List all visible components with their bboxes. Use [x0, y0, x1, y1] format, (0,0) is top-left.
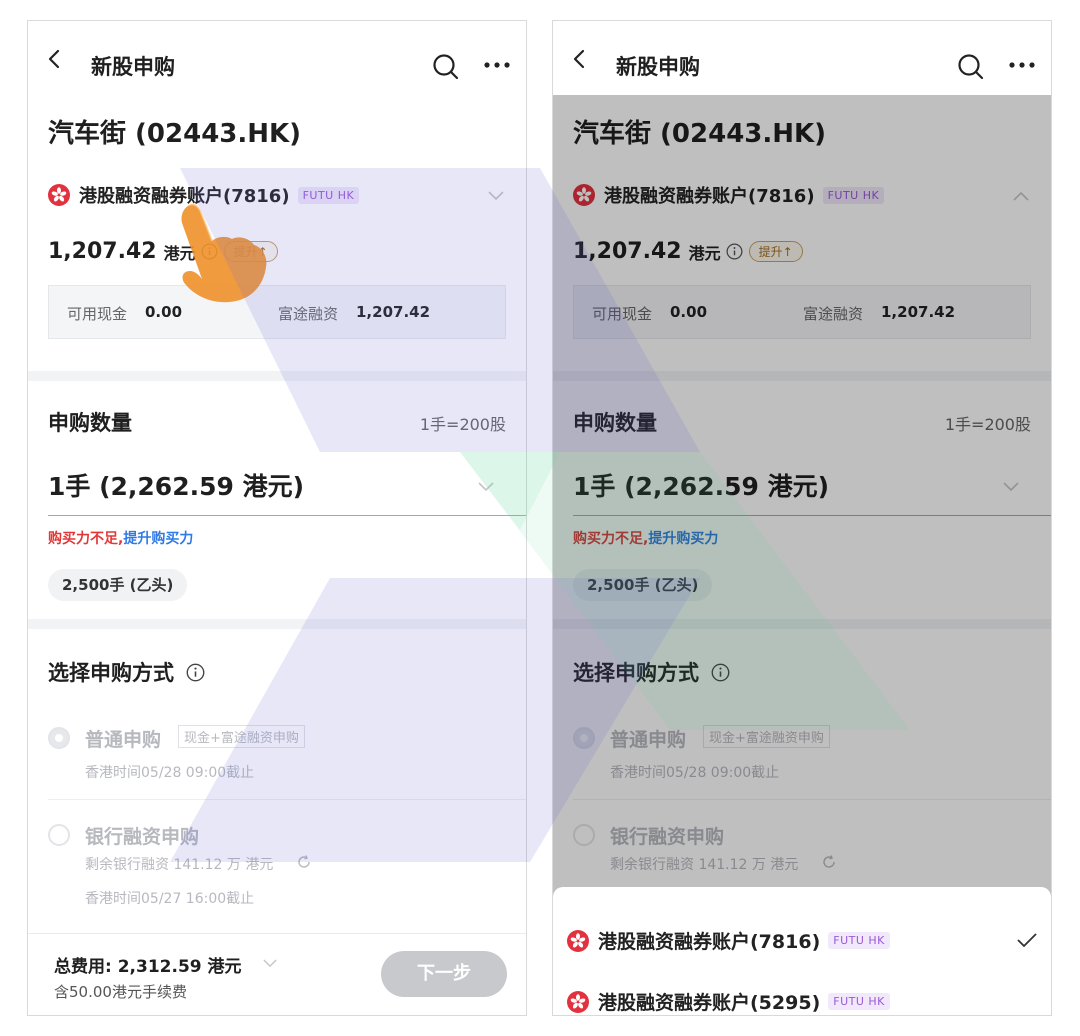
normal-subscription-label: 普通申购 [85, 729, 162, 751]
footer-bar: 总费用: 2,312.59 港元 含50.00港元手续费 下一步 [28, 933, 526, 1015]
radio-normal-subscription[interactable] [48, 727, 70, 749]
radio-bank-financing[interactable] [48, 824, 70, 846]
account-option-name: 港股融资融券账户(7816) [598, 931, 821, 953]
quick-quantity-chip[interactable]: 2,500手 (乙头) [48, 569, 188, 601]
back-arrow-icon[interactable] [44, 49, 64, 69]
funding-tag: 现金+富途融资申购 [178, 725, 305, 748]
more-options-icon[interactable] [483, 51, 511, 79]
fee-note: 含50.00港元手续费 [54, 983, 187, 1001]
nav-bar: 新股申购 [28, 21, 526, 95]
insufficient-text: 购买力不足, [48, 531, 124, 547]
hk-flag-icon [567, 990, 589, 1013]
right-screen: 新股申购 汽车街 (02443.HK) 港股融资融券账户(7816) FUTU … [552, 20, 1052, 1016]
back-arrow-icon[interactable] [569, 49, 589, 69]
page-title: 新股申购 [91, 55, 175, 79]
account-option-name: 港股融资融券账户(5295) [598, 992, 821, 1014]
broker-badge: FUTU HK [828, 993, 890, 1010]
available-cash-label: 可用现金 [67, 305, 128, 323]
lot-info: 1手=200股 [419, 415, 506, 434]
account-option[interactable]: 港股融资融券账户(5295) FUTU HK [567, 988, 890, 1015]
chevron-down-icon[interactable] [488, 191, 504, 201]
account-option[interactable]: 港股融资融券账户(7816) FUTU HK [567, 927, 890, 954]
buying-power-warning: 购买力不足,提升购买力 [48, 528, 193, 548]
next-step-button[interactable]: 下一步 [381, 951, 507, 997]
more-options-icon[interactable] [1008, 51, 1036, 79]
quantity-selector[interactable]: 1手 (2,262.59 港元) [48, 467, 304, 503]
chevron-down-icon[interactable] [478, 482, 494, 492]
normal-deadline: 香港时间05/28 09:00截止 [85, 765, 255, 781]
bank-deadline: 香港时间05/27 16:00截止 [85, 891, 255, 907]
method-title-text: 选择申购方式 [48, 661, 174, 685]
total-cost: 总费用: 2,312.59 港元 [54, 957, 242, 977]
modal-backdrop[interactable] [553, 95, 1051, 1015]
search-icon[interactable] [432, 53, 460, 81]
option-divider [48, 799, 526, 800]
balance-amount: 1,207.42 [48, 239, 157, 264]
broker-badge: FUTU HK [828, 932, 890, 949]
broker-badge: FUTU HK [297, 186, 360, 204]
hk-flag-icon [48, 184, 70, 206]
section-divider [28, 619, 526, 629]
info-icon[interactable] [186, 663, 205, 682]
left-screen: 新股申购 汽车街 (02443.HK) 港股融资融券账户(7816) FUTU … [27, 20, 527, 1016]
page-title: 新股申购 [616, 55, 700, 79]
quantity-title: 申购数量 [48, 411, 132, 435]
tap-hand-icon [181, 203, 267, 303]
checkmark-icon [1017, 933, 1037, 948]
nav-bar: 新股申购 [553, 21, 1051, 95]
chevron-down-icon[interactable] [263, 959, 277, 968]
boost-buying-power-link[interactable]: 提升购买力 [123, 531, 193, 547]
bank-financing-label: 银行融资申购 [85, 826, 200, 848]
search-icon[interactable] [957, 53, 985, 81]
hk-flag-icon [567, 929, 589, 952]
method-title: 选择申购方式 [48, 657, 205, 687]
refresh-icon[interactable] [296, 854, 312, 870]
margin-label: 富途融资 [278, 305, 339, 323]
error-underline [48, 515, 526, 516]
bank-remaining: 剩余银行融资 141.12 万 港元 [85, 857, 274, 873]
margin-value: 1,207.42 [356, 303, 431, 321]
stock-name: 汽车街 (02443.HK) [48, 119, 302, 149]
account-picker-sheet: 港股融资融券账户(7816) FUTU HK 港股融资融券账户(5295) FU… [553, 887, 1051, 1015]
section-divider [28, 371, 526, 381]
